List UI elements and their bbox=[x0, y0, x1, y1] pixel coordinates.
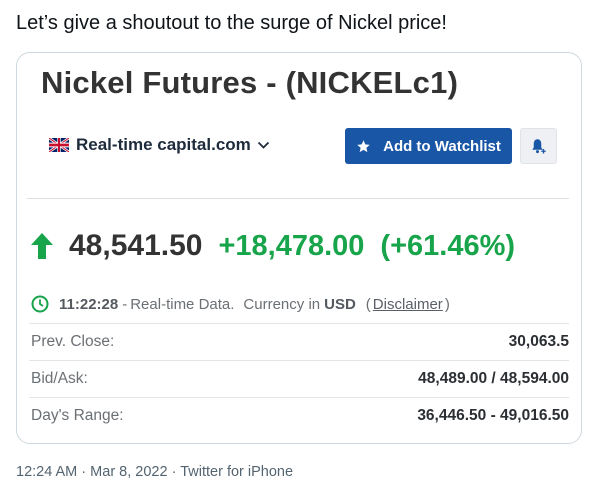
uk-flag-icon bbox=[49, 138, 69, 152]
up-arrow-icon bbox=[31, 233, 53, 259]
price-row: 48,541.50 +18,478.00 (+61.46%) bbox=[31, 229, 515, 263]
price-change-percent: (+61.46%) bbox=[380, 229, 516, 262]
instrument-title: Nickel Futures - (NICKELc1) bbox=[41, 65, 459, 100]
stat-value: 30,063.5 bbox=[508, 333, 569, 350]
tweet-time-link[interactable]: 12:24 AM bbox=[16, 464, 77, 480]
stat-row-prev-close: Prev. Close: 30,063.5 bbox=[29, 323, 569, 360]
tweet-source-link[interactable]: Twitter for iPhone bbox=[180, 464, 293, 480]
separator: - bbox=[122, 295, 128, 313]
stat-row-bid-ask: Bid/Ask: 48,489.00 / 48,594.00 bbox=[29, 360, 569, 397]
disclaimer-close-paren: ) bbox=[444, 295, 450, 313]
stat-label: Prev. Close: bbox=[31, 333, 115, 350]
bell-add-icon bbox=[531, 139, 546, 154]
disclaimer-wrap: (Disclaimer) bbox=[366, 296, 450, 313]
tweet-date-link[interactable]: Mar 8, 2022 bbox=[90, 464, 167, 480]
tweet-media-image[interactable]: Nickel Futures - (NICKELc1) Real-time ca… bbox=[16, 52, 582, 444]
stat-value: 36,446.50 - 49,016.50 bbox=[417, 407, 569, 424]
data-source-label: Real-time capital.com bbox=[76, 135, 251, 154]
data-source-dropdown[interactable]: Real-time capital.com bbox=[49, 135, 270, 155]
quote-time: 11:22:28 bbox=[59, 295, 119, 313]
realtime-label: Real-time Data. bbox=[130, 295, 235, 313]
tweet-text: Let’s give a shoutout to the surge of Ni… bbox=[16, 12, 447, 34]
currency-value: USD bbox=[324, 295, 356, 313]
header-divider bbox=[27, 198, 569, 199]
star-icon bbox=[357, 139, 370, 152]
price-change: +18,478.00 bbox=[218, 229, 365, 262]
stat-label: Bid/Ask: bbox=[31, 370, 88, 387]
disclaimer-link[interactable]: Disclaimer bbox=[373, 296, 443, 313]
chevron-down-icon bbox=[257, 141, 269, 149]
last-price: 48,541.50 bbox=[69, 229, 203, 262]
stat-row-days-range: Day's Range: 36,446.50 - 49,016.50 bbox=[29, 397, 569, 434]
add-to-watchlist-label: Add to Watchlist bbox=[383, 137, 501, 155]
tweet-meta: 12:24 AM · Mar 8, 2022 · Twitter for iPh… bbox=[16, 464, 293, 480]
clock-icon bbox=[31, 295, 49, 313]
stat-value: 48,489.00 / 48,594.00 bbox=[418, 370, 569, 387]
create-alert-button[interactable] bbox=[520, 128, 557, 164]
stats-table: Prev. Close: 30,063.5 Bid/Ask: 48,489.00… bbox=[29, 323, 569, 434]
meta-dot: · bbox=[81, 464, 87, 480]
disclaimer-open-paren: ( bbox=[365, 295, 371, 313]
stat-label: Day's Range: bbox=[31, 407, 124, 424]
currency-label: Currency in bbox=[243, 295, 321, 313]
meta-dot: · bbox=[171, 464, 177, 480]
add-to-watchlist-button[interactable]: Add to Watchlist bbox=[345, 128, 512, 164]
quote-info-row: 11:22:28 - Real-time Data. Currency in U… bbox=[31, 295, 450, 313]
